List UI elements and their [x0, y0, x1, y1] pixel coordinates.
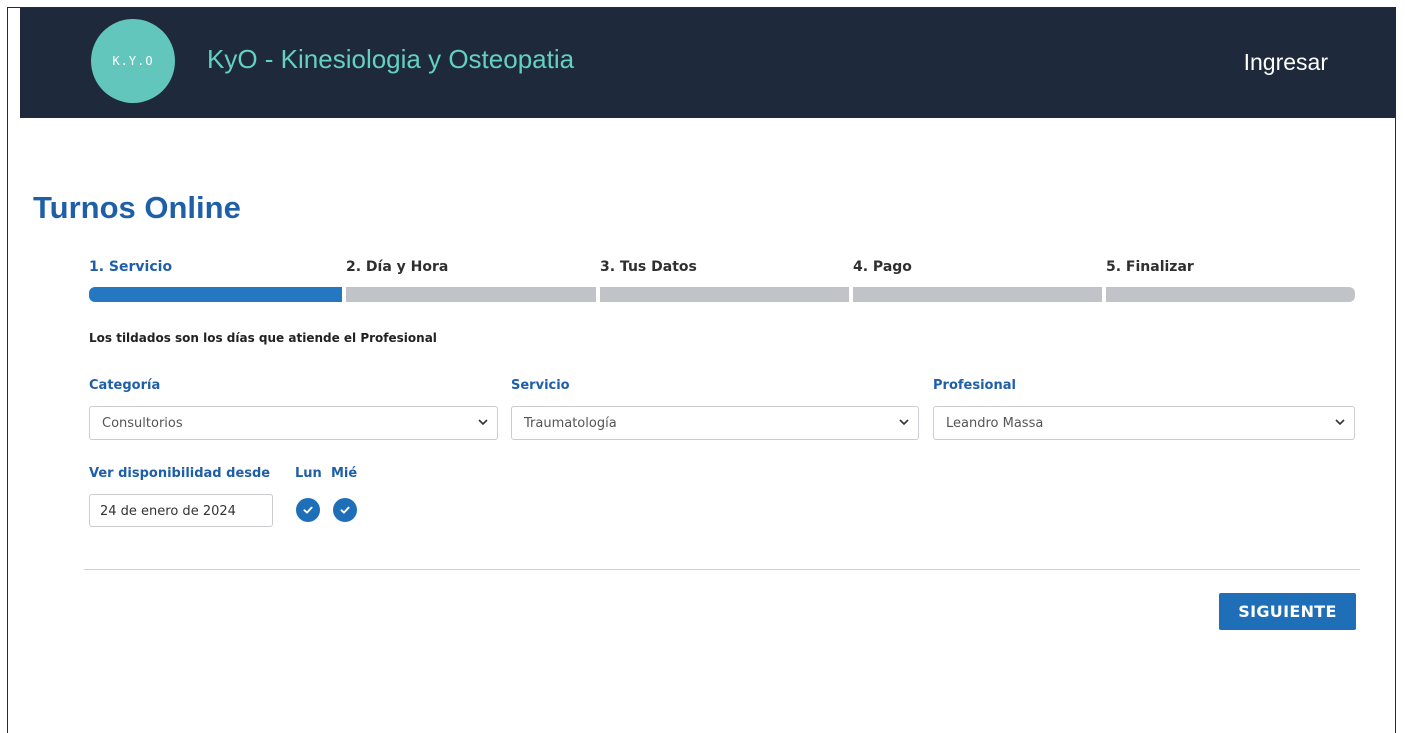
profesional-select[interactable]: Leandro Massa [933, 406, 1355, 440]
servicio-select[interactable]: Traumatología [511, 406, 919, 440]
progress-segment-5 [1106, 287, 1355, 302]
servicio-label: Servicio [511, 378, 570, 393]
day-label-mie: Mié [331, 466, 358, 481]
step-servicio[interactable]: 1. Servicio [89, 259, 172, 275]
availability-date-value: 24 de enero de 2024 [100, 504, 236, 519]
step-finalizar[interactable]: 5. Finalizar [1106, 259, 1194, 275]
categoria-select[interactable]: Consultorios [89, 406, 498, 440]
categoria-value: Consultorios [102, 416, 183, 431]
step-tus-datos[interactable]: 3. Tus Datos [600, 259, 697, 275]
categoria-label: Categoría [89, 378, 161, 393]
chevron-down-icon [477, 416, 489, 428]
kyo-logo[interactable]: K.Y.O [91, 19, 175, 103]
availability-label: Ver disponibilidad desde [89, 466, 271, 481]
instruction-note: Los tildados son los días que atiende el… [89, 331, 437, 345]
day-label-lun: Lun [295, 466, 322, 481]
section-divider [84, 569, 1360, 570]
chevron-down-icon [1334, 416, 1346, 428]
profesional-value: Leandro Massa [946, 416, 1044, 431]
progress-segment-1 [89, 287, 342, 302]
profesional-label: Profesional [933, 378, 1016, 393]
servicio-value: Traumatología [524, 416, 617, 431]
day-check-lun-icon [296, 498, 320, 522]
step-pago[interactable]: 4. Pago [853, 259, 912, 275]
logo-text: K.Y.O [112, 54, 154, 68]
top-navbar: K.Y.O KyO - Kinesiologia y Osteopatia In… [20, 8, 1396, 118]
chevron-down-icon [898, 416, 910, 428]
brand-title[interactable]: KyO - Kinesiologia y Osteopatia [207, 44, 574, 75]
availability-date-input[interactable]: 24 de enero de 2024 [89, 494, 273, 527]
progress-segment-4 [853, 287, 1102, 302]
next-button[interactable]: SIGUIENTE [1219, 593, 1356, 630]
day-check-mie-icon [333, 498, 357, 522]
step-dia-hora[interactable]: 2. Día y Hora [346, 259, 448, 275]
progress-segment-3 [600, 287, 849, 302]
progress-segment-2 [346, 287, 596, 302]
page-title: Turnos Online [33, 190, 241, 225]
login-link[interactable]: Ingresar [1244, 49, 1328, 76]
